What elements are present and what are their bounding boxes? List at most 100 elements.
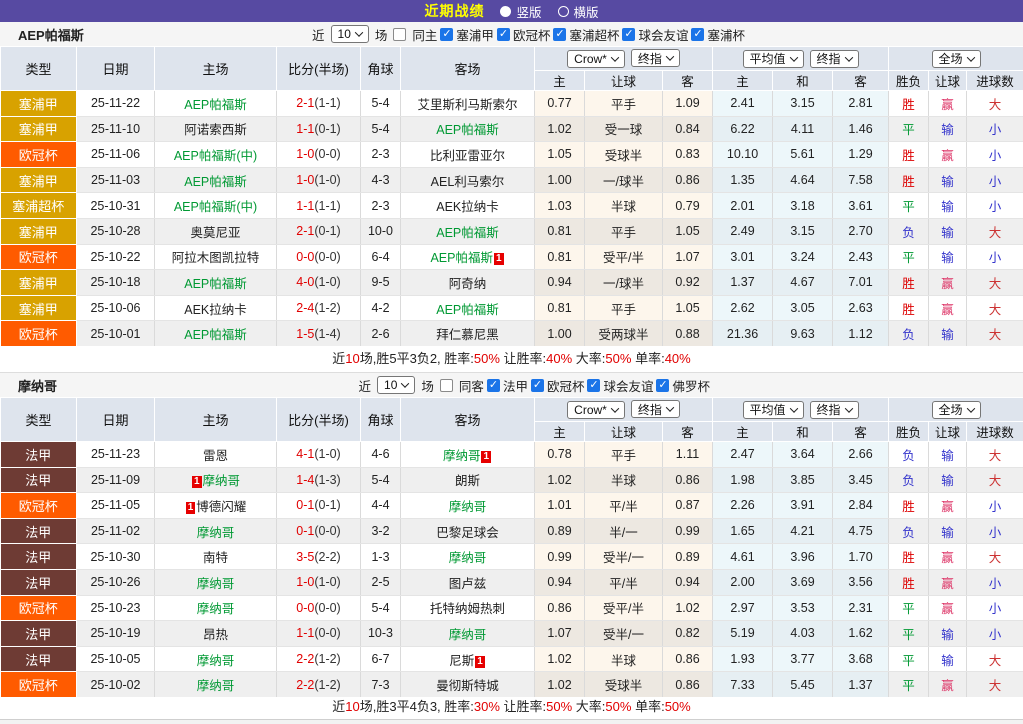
- match-row: 法甲25-10-30南特3-5(2-2)1-3摩纳哥0.99受半/一0.894.…: [1, 544, 1023, 570]
- same-venue-checkbox[interactable]: [440, 379, 453, 392]
- league-checkbox[interactable]: ✓: [587, 379, 600, 392]
- fulltime-score: 1-4: [296, 473, 314, 487]
- col-score: 比分(半场): [277, 398, 361, 442]
- team-name-link[interactable]: 摩纳哥: [197, 679, 235, 693]
- scope-select[interactable]: 全场: [932, 401, 981, 419]
- team-name-link[interactable]: 摩纳哥: [197, 654, 235, 668]
- result-outcome: 平: [889, 193, 929, 219]
- radio-unselected-icon[interactable]: [558, 6, 569, 17]
- summary-text: 单率:: [631, 699, 664, 714]
- score-cell: 0-0(0-0): [277, 244, 361, 270]
- team-name-link[interactable]: 尼斯: [449, 654, 474, 668]
- team-name-link[interactable]: 拜仁慕尼黑: [436, 328, 499, 342]
- recent-count-select[interactable]: 10: [331, 25, 369, 43]
- odds-time-select[interactable]: 终指: [810, 50, 859, 68]
- league-checkbox[interactable]: ✓: [497, 28, 510, 41]
- team-name-link[interactable]: 阿拉木图凯拉特: [172, 251, 260, 265]
- result-goals: 大: [967, 321, 1023, 346]
- league-checkbox[interactable]: ✓: [656, 379, 669, 392]
- team-name-link[interactable]: 托特纳姆热刺: [430, 602, 505, 616]
- league-filter-label: 塞浦杯: [707, 25, 745, 44]
- team-name-link[interactable]: 巴黎足球会: [436, 526, 499, 540]
- team-name-link[interactable]: AEP帕福斯: [436, 226, 499, 240]
- team-name-link[interactable]: 阿奇纳: [449, 277, 487, 291]
- handicap-line: 半球: [585, 467, 663, 493]
- team-name-link[interactable]: AEP帕福斯(中): [174, 200, 257, 214]
- team-name-link[interactable]: 摩纳哥: [449, 628, 487, 642]
- odds-time-select[interactable]: 终指: [631, 400, 680, 418]
- handicap-away-odds: 1.02: [663, 595, 713, 621]
- match-filters: 近10场同客✓法甲✓欧冠杯✓球会友谊✓佛罗杯: [359, 373, 710, 397]
- team-name-link[interactable]: 艾里斯利马斯索尔: [417, 98, 517, 112]
- odds-time-select[interactable]: 终指: [810, 401, 859, 419]
- result-goals: 大: [967, 218, 1023, 244]
- halftime-score: (1-2): [314, 301, 340, 315]
- col-corner: 角球: [361, 398, 401, 442]
- chevron-down-icon: [844, 53, 852, 61]
- league-type-cell: 塞浦超杯: [1, 193, 77, 219]
- handicap-line: 平手: [585, 218, 663, 244]
- avg-away-odds: 2.63: [833, 295, 889, 321]
- team-name-link[interactable]: 摩纳哥: [203, 474, 241, 488]
- team-name-link[interactable]: 阿诺索西斯: [184, 123, 247, 137]
- league-checkbox[interactable]: ✓: [553, 28, 566, 41]
- team-name-link[interactable]: 摩纳哥: [197, 577, 235, 591]
- team-name-link[interactable]: 摩纳哥: [443, 449, 481, 463]
- home-team: 雷恩: [155, 442, 277, 468]
- fulltime-score: 0-1: [296, 498, 314, 512]
- league-checkbox[interactable]: ✓: [622, 28, 635, 41]
- team-name-link[interactable]: AEK拉纳卡: [436, 200, 499, 214]
- summary-text: 40%: [665, 351, 691, 366]
- team-name-link[interactable]: 南特: [203, 551, 228, 565]
- team-name-link[interactable]: AEK拉纳卡: [184, 303, 247, 317]
- average-select[interactable]: 平均值: [743, 401, 804, 419]
- col-home: 主场: [155, 47, 277, 91]
- recent-count-select[interactable]: 10: [377, 376, 415, 394]
- team-name-link[interactable]: 博德闪耀: [196, 500, 246, 514]
- league-checkbox[interactable]: ✓: [440, 28, 453, 41]
- team-name-link[interactable]: 图卢兹: [449, 577, 487, 591]
- team-name-link[interactable]: AEP帕福斯: [436, 123, 499, 137]
- avg-away-odds: 2.43: [833, 244, 889, 270]
- team-name-link[interactable]: 比利亚雷亚尔: [430, 149, 505, 163]
- team-name-link[interactable]: 曼彻斯特城: [436, 679, 499, 693]
- league-checkbox[interactable]: ✓: [487, 379, 500, 392]
- team-name-link[interactable]: AEP帕福斯: [184, 328, 247, 342]
- chevron-down-icon: [401, 379, 409, 387]
- odds-time-select[interactable]: 终指: [631, 49, 680, 67]
- bookmaker-select[interactable]: Crow*: [567, 50, 625, 68]
- booking-badge: 1: [494, 253, 504, 265]
- team-name-link[interactable]: AEP帕福斯: [184, 175, 247, 189]
- result-goals: 大: [967, 442, 1023, 468]
- league-checkbox[interactable]: ✓: [531, 379, 544, 392]
- same-venue-checkbox[interactable]: [393, 28, 406, 41]
- league-checkbox[interactable]: ✓: [691, 28, 704, 41]
- team-name-link[interactable]: AEP帕福斯: [184, 277, 247, 291]
- team-name-link[interactable]: AEP帕福斯: [430, 251, 493, 265]
- home-team: 1摩纳哥: [155, 467, 277, 493]
- corners: 2-6: [361, 321, 401, 346]
- team-name-link[interactable]: 朗斯: [455, 474, 480, 488]
- team-name-link[interactable]: AEL利马索尔: [431, 175, 505, 189]
- scope-select[interactable]: 全场: [932, 50, 981, 68]
- chevron-down-icon: [666, 53, 674, 61]
- team-name-link[interactable]: 摩纳哥: [197, 602, 235, 616]
- radio-selected-icon[interactable]: [500, 6, 511, 17]
- team-name-link[interactable]: 昂热: [203, 628, 228, 642]
- team-name-link[interactable]: 雷恩: [203, 449, 228, 463]
- halftime-score: (1-0): [314, 275, 340, 289]
- team-name-link[interactable]: AEP帕福斯(中): [174, 149, 257, 163]
- team-name-link[interactable]: AEP帕福斯: [436, 303, 499, 317]
- bookmaker-select[interactable]: Crow*: [567, 401, 625, 419]
- fulltime-score: 2-1: [296, 96, 314, 110]
- layout-radio-horizontal[interactable]: 横版: [558, 2, 599, 21]
- team-name-link[interactable]: 摩纳哥: [449, 551, 487, 565]
- team-name-link[interactable]: 奥莫尼亚: [190, 226, 240, 240]
- handicap-line: 半/一: [585, 518, 663, 544]
- layout-radio-vertical[interactable]: 竖版: [500, 2, 541, 21]
- team-name-link[interactable]: 摩纳哥: [197, 526, 235, 540]
- average-select[interactable]: 平均值: [743, 50, 804, 68]
- team-name-link[interactable]: 摩纳哥: [449, 500, 487, 514]
- away-team: AEP帕福斯: [401, 295, 535, 321]
- team-name-link[interactable]: AEP帕福斯: [184, 98, 247, 112]
